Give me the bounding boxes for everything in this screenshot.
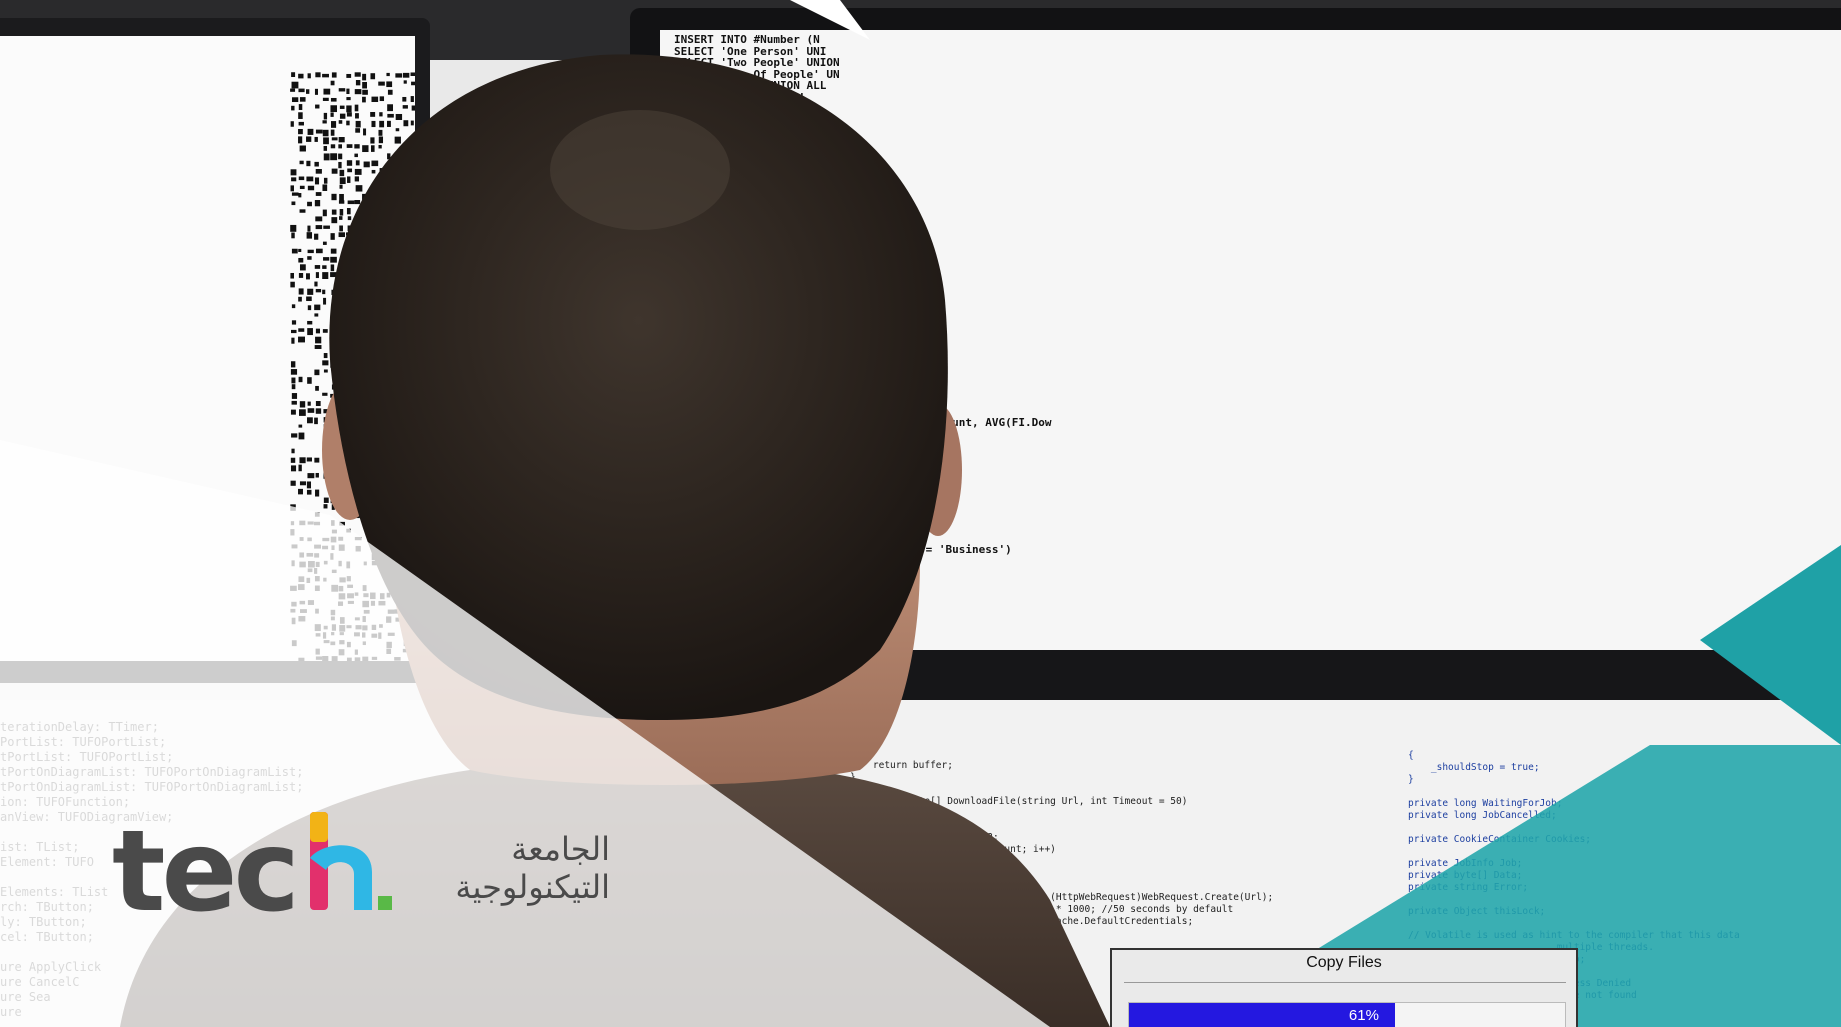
tech-logo: tec tech الجامعة التيكنولوجية xyxy=(110,800,610,920)
progress-bar: 61% xyxy=(1128,1002,1566,1027)
brand-name: tech xyxy=(110,800,112,801)
progress-fill: 61% xyxy=(1129,1003,1395,1027)
arabic-line-1: الجامعة xyxy=(511,830,610,868)
dialog-divider xyxy=(1124,982,1566,983)
copy-files-dialog: Copy Files 61% xyxy=(1110,948,1578,1027)
arabic-university-name: الجامعة التيكنولوجية xyxy=(455,830,610,906)
svg-text:tec: tec xyxy=(112,807,296,920)
arabic-line-2: التيكنولوجية xyxy=(455,868,610,906)
dialog-title: Copy Files xyxy=(1306,954,1382,971)
photo-scene: INSERT INTO #Number (N SELECT 'One Perso… xyxy=(0,0,1841,1027)
tech-wordmark: tec tech xyxy=(110,800,392,920)
progress-label: 61% xyxy=(1348,1007,1379,1024)
